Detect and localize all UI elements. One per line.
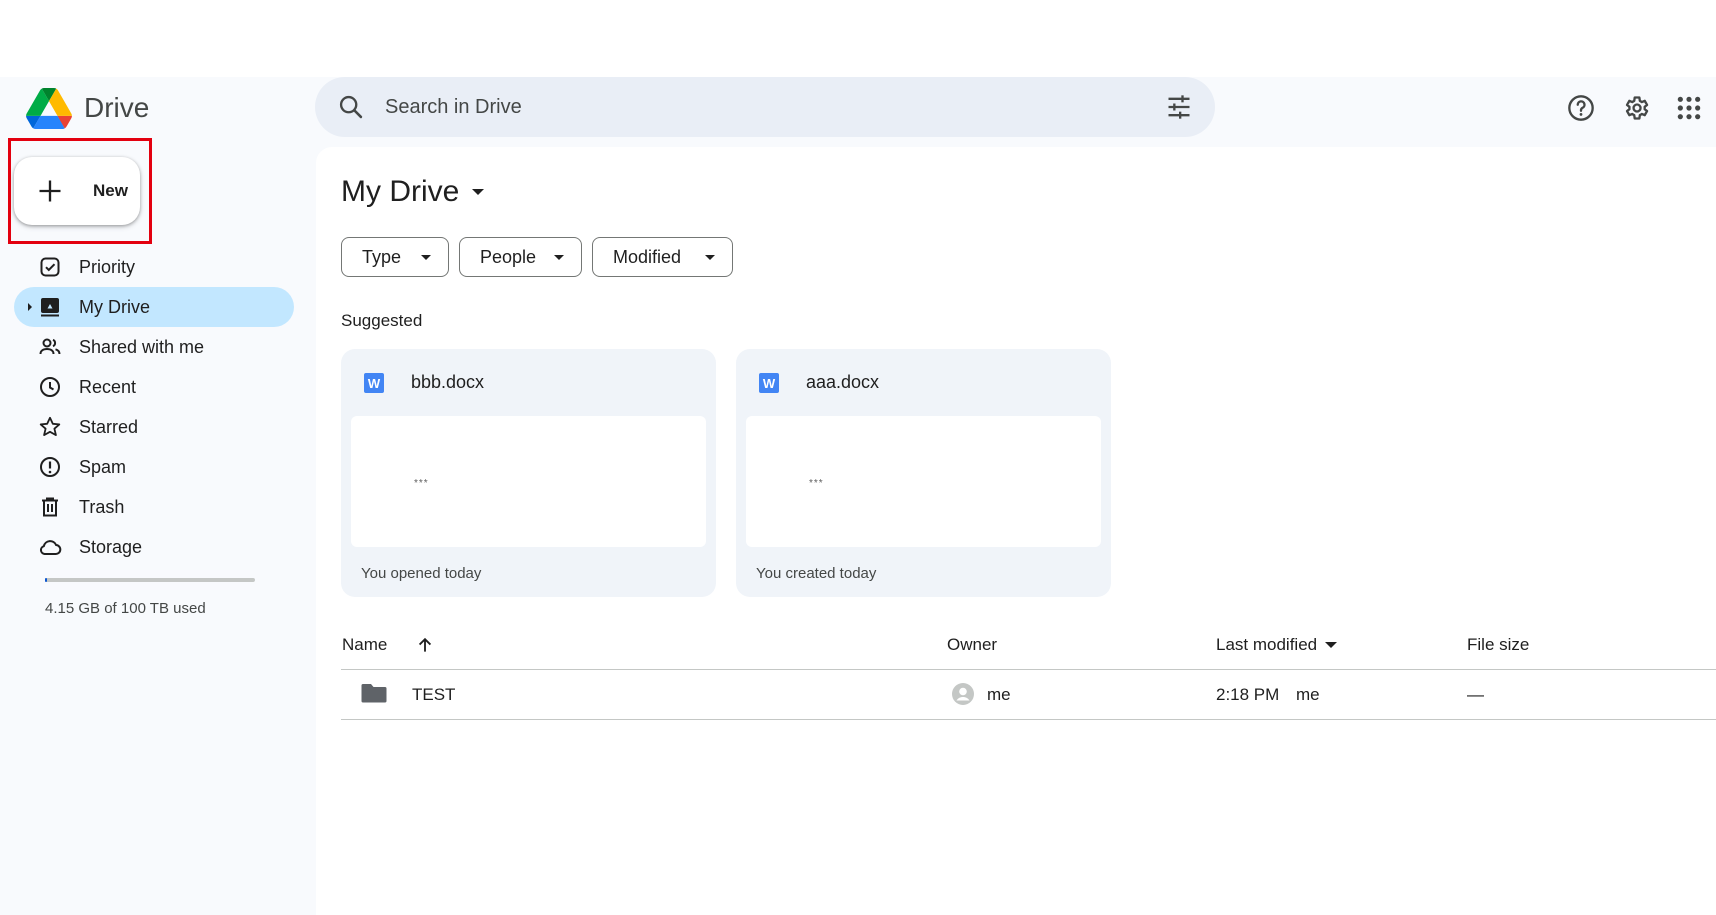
search-icon[interactable] [337, 93, 365, 121]
file-preview-thumbnail: *** [351, 416, 706, 547]
header-actions [1560, 89, 1716, 127]
settings-button[interactable] [1617, 89, 1655, 127]
sidebar-item-label: Spam [79, 457, 127, 477]
shared-icon [39, 338, 61, 355]
column-header-last-modified[interactable]: Last modified [1216, 635, 1338, 655]
search-bar[interactable] [315, 77, 1215, 137]
table-row[interactable]: TEST me 2:18 PM me — [341, 670, 1716, 719]
sidebar-item-storage[interactable]: Storage [14, 527, 294, 567]
file-size: — [1467, 685, 1484, 704]
sidebar-item-starred[interactable]: Starred [14, 407, 294, 447]
sidebar-item-label: Starred [79, 417, 139, 437]
gear-icon [1625, 96, 1649, 120]
help-icon [1568, 95, 1594, 121]
suggested-file-reason: You created today [756, 565, 877, 582]
sidebar-item-priority[interactable]: Priority [14, 247, 294, 287]
suggested-file-name: aaa.docx [806, 372, 880, 392]
priority-icon [40, 257, 60, 277]
file-modified-time: 2:18 PM [1216, 685, 1280, 704]
file-modified-by: me [1296, 685, 1320, 704]
file-owner: me [987, 685, 1011, 704]
filter-chip-type[interactable]: Type [341, 237, 449, 277]
column-header-label: File size [1467, 635, 1530, 654]
trash-icon [42, 497, 58, 517]
column-header-owner[interactable]: Owner [947, 635, 997, 655]
page-title-text: My Drive [341, 175, 460, 208]
sidebar-item-shared-with-me[interactable]: Shared with me [14, 327, 294, 367]
file-name: TEST [412, 685, 456, 704]
column-header-label: Owner [947, 635, 998, 654]
suggested-file-card[interactable]: W bbb.docx *** You opened today [341, 349, 716, 597]
storage-usage-text: 4.15 GB of 100 TB used [45, 600, 206, 617]
sidebar-item-recent[interactable]: Recent [14, 367, 294, 407]
caret-down-icon [472, 189, 485, 195]
column-header-name[interactable]: Name [342, 635, 435, 655]
caret-down-icon [705, 255, 715, 260]
app-name: Drive [84, 92, 150, 123]
drive-logo[interactable]: Drive [26, 86, 149, 130]
svg-text:W: W [368, 376, 381, 391]
file-preview-thumbnail: *** [746, 416, 1101, 547]
filter-chip-label: People [480, 246, 537, 267]
page-title[interactable]: My Drive [341, 175, 485, 209]
sidebar-item-label: Recent [79, 377, 137, 397]
preview-text: *** [414, 478, 429, 489]
owner-avatar-icon [952, 683, 974, 705]
sidebar-item-label: Priority [79, 257, 136, 277]
column-header-file-size[interactable]: File size [1467, 635, 1529, 655]
suggested-file-reason: You opened today [361, 565, 482, 582]
suggested-file-name: bbb.docx [411, 372, 485, 392]
word-doc-icon: W [364, 373, 384, 393]
column-header-label: Name [342, 635, 388, 654]
drive-logo-icon [26, 87, 72, 129]
search-input[interactable] [385, 89, 1085, 125]
sidebar-item-trash[interactable]: Trash [14, 487, 294, 527]
suggested-heading: Suggested [341, 311, 423, 330]
cloud-icon [39, 540, 62, 555]
sort-arrow-up-icon[interactable] [415, 635, 435, 655]
help-button[interactable] [1562, 89, 1600, 127]
sidebar-item-label: Storage [79, 537, 143, 557]
sidebar-item-spam[interactable]: Spam [14, 447, 294, 487]
sidebar-item-label: My Drive [79, 297, 150, 317]
new-button[interactable]: New [14, 157, 140, 225]
table-row-divider [341, 719, 1716, 720]
sidebar-item-my-drive[interactable]: My Drive [14, 287, 294, 327]
filter-chip-people[interactable]: People [459, 237, 582, 277]
storage-progress-fill [45, 578, 48, 582]
expand-caret-icon[interactable] [25, 300, 35, 314]
star-icon [39, 416, 61, 436]
plus-icon [39, 180, 61, 202]
clock-icon [40, 377, 60, 397]
folder-icon [361, 684, 387, 703]
main-content: My Drive Type People Modified Suggested … [316, 147, 1716, 915]
caret-down-icon [421, 255, 431, 260]
filter-chip-label: Type [362, 246, 402, 267]
storage-progress-bar [45, 578, 255, 582]
new-button-label: New [93, 181, 128, 200]
suggested-file-card[interactable]: W aaa.docx *** You created today [736, 349, 1111, 597]
word-doc-icon: W [759, 373, 779, 393]
filter-chip-modified[interactable]: Modified [592, 237, 733, 277]
column-header-label: Last modified [1216, 635, 1318, 654]
svg-text:W: W [763, 376, 776, 391]
apps-grid-icon [1677, 96, 1701, 120]
preview-text: *** [809, 478, 824, 489]
caret-down-icon [1325, 642, 1338, 648]
caret-down-icon [554, 255, 564, 260]
apps-button[interactable] [1670, 89, 1708, 127]
sidebar-item-label: Shared with me [79, 337, 205, 357]
my-drive-icon [41, 298, 59, 317]
sidebar-item-label: Trash [79, 497, 125, 517]
spam-icon [40, 457, 60, 477]
filter-chip-label: Modified [613, 246, 682, 267]
drive-app: Drive Search in Drive New Priority My Dr… [0, 77, 1716, 915]
search-options-icon[interactable] [1165, 93, 1193, 121]
